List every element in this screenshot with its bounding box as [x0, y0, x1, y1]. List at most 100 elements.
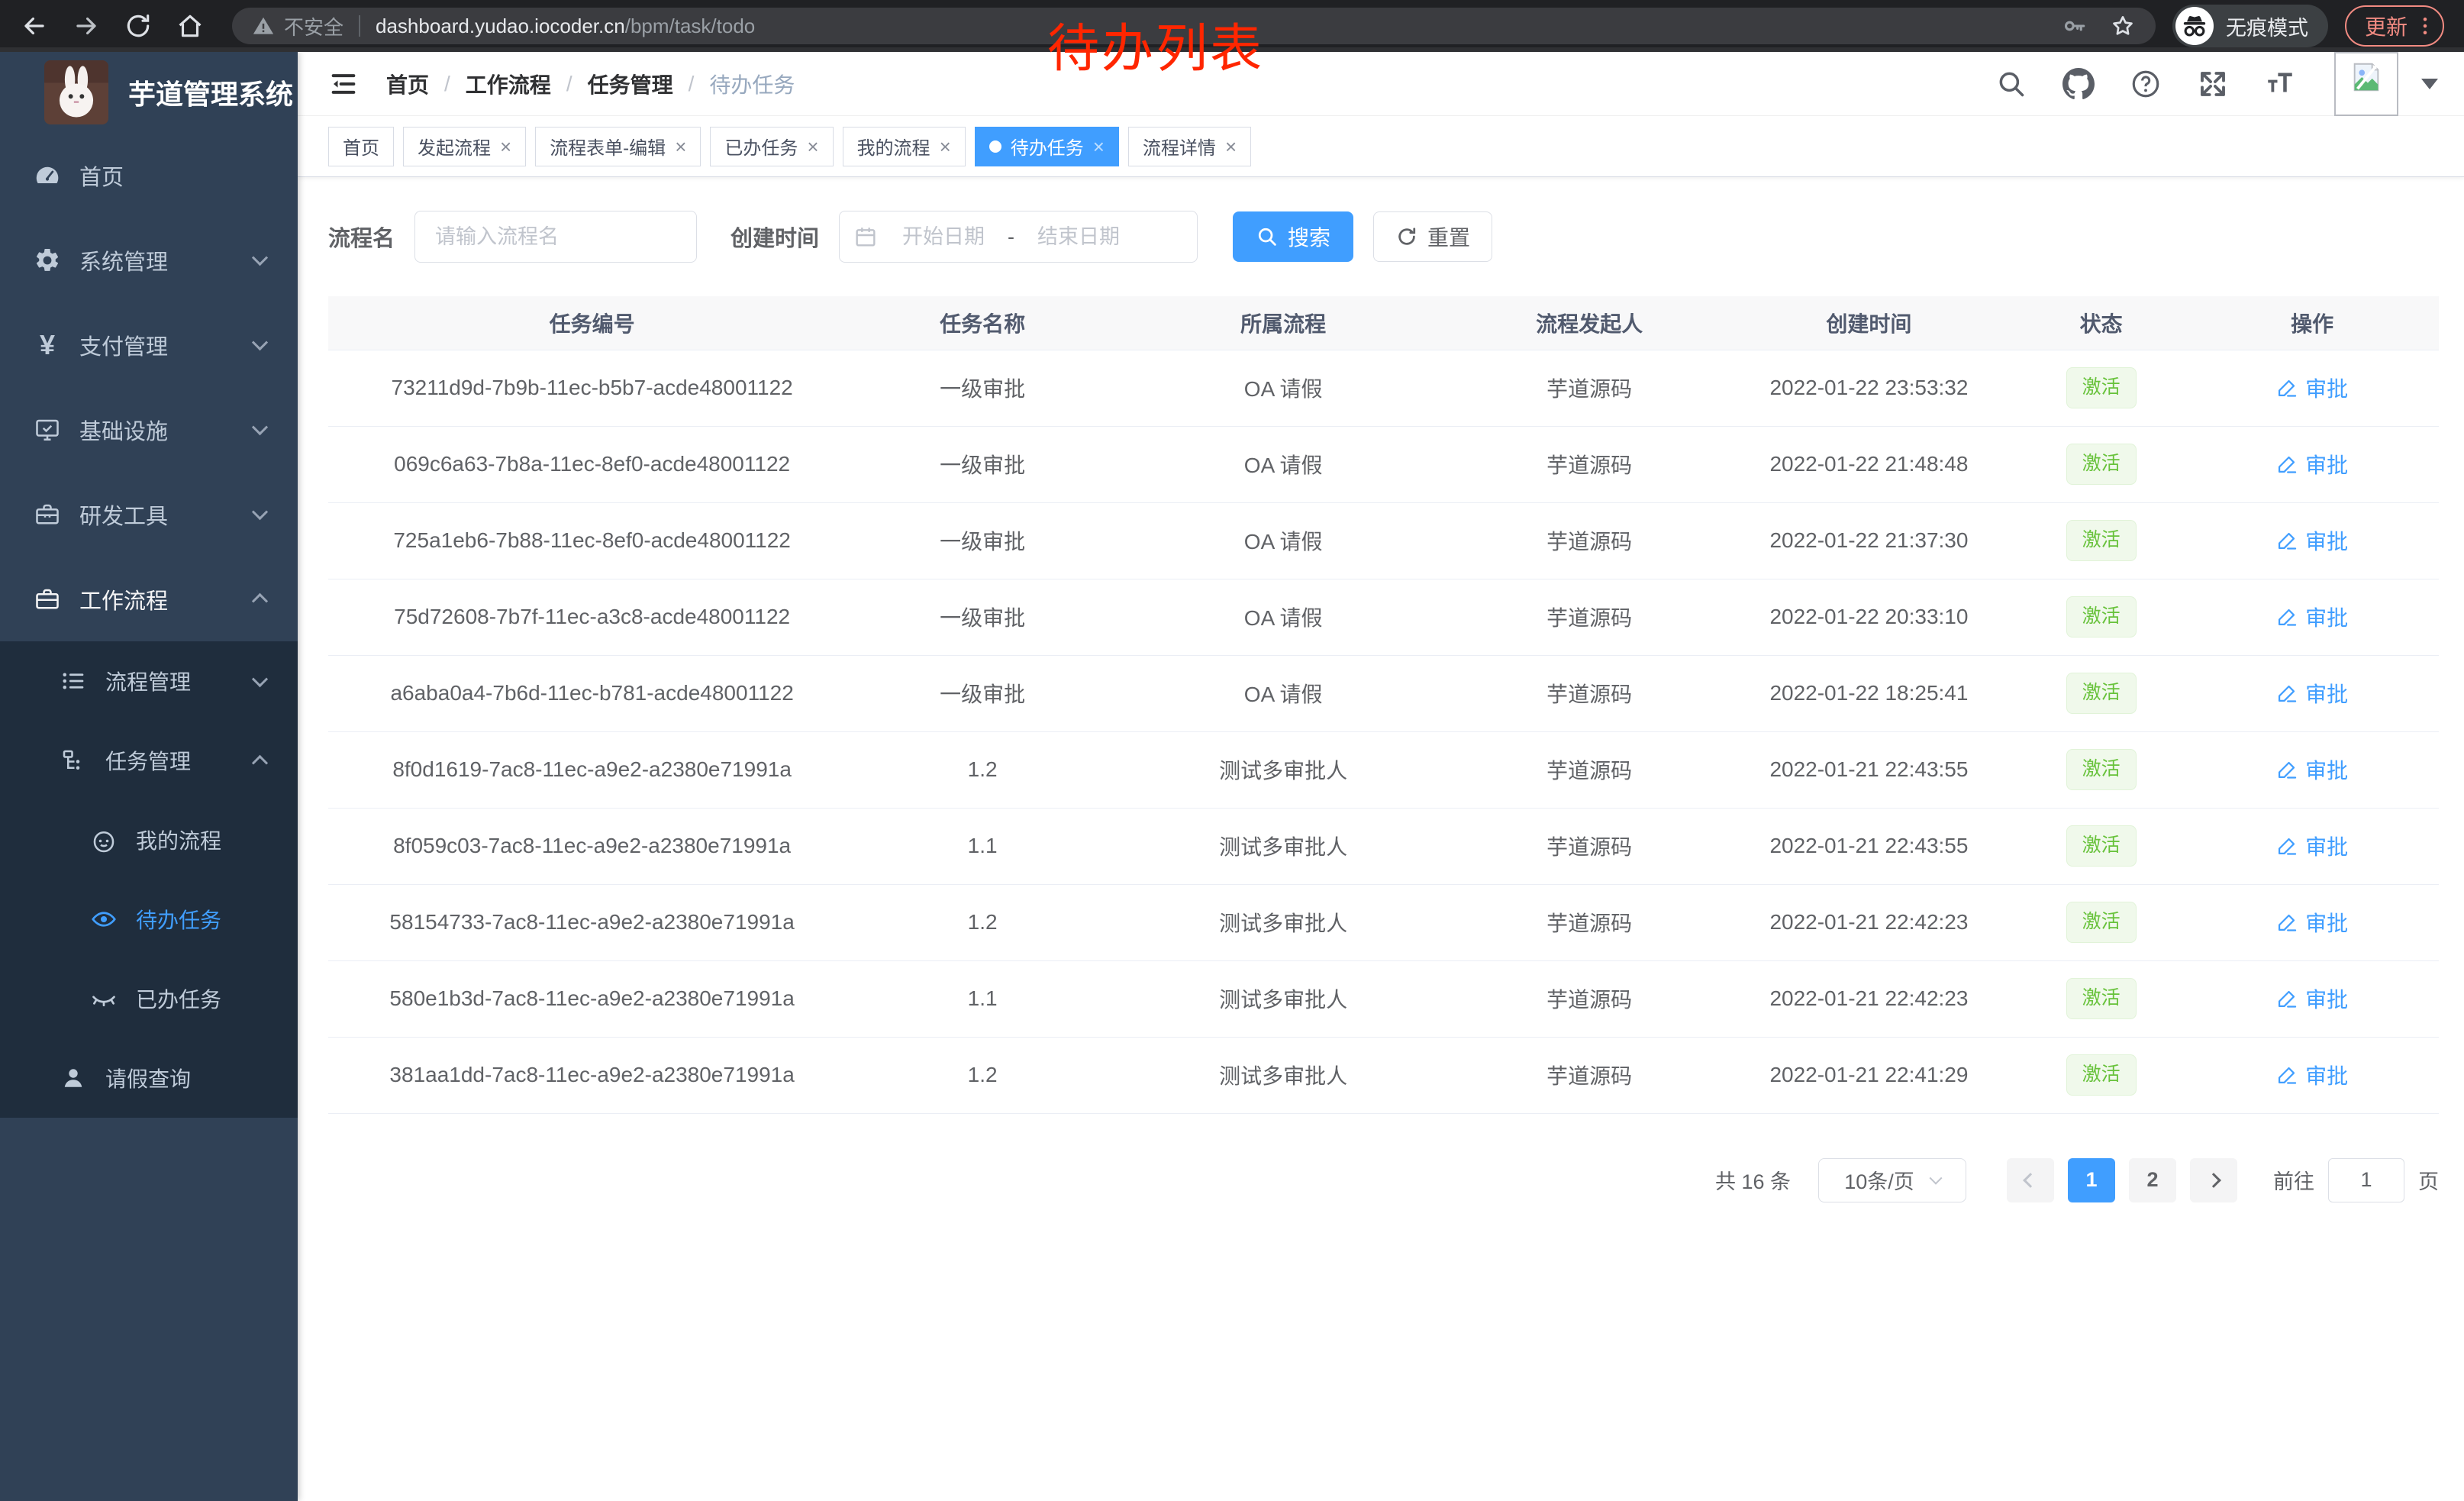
- edit-pencil-icon: [2276, 530, 2298, 551]
- reset-button[interactable]: 重置: [1373, 211, 1492, 262]
- approve-label: 审批: [2305, 983, 2348, 1014]
- bookmark-star-icon[interactable]: [2110, 13, 2136, 39]
- date-range-picker[interactable]: -: [839, 211, 1198, 263]
- sidebar-item[interactable]: ¥支付管理: [0, 302, 298, 387]
- cell-status: 激活: [2017, 426, 2185, 502]
- chevron-down-icon: [252, 671, 268, 687]
- sidebar-item[interactable]: 基础设施: [0, 387, 298, 472]
- back-icon[interactable]: [20, 11, 49, 40]
- page-button[interactable]: 1: [2068, 1158, 2115, 1202]
- close-icon[interactable]: ×: [940, 137, 951, 157]
- tab-item[interactable]: 已办任务 ×: [710, 127, 833, 166]
- breadcrumb-item[interactable]: 首页: [386, 69, 429, 99]
- tab-label: 已办任务: [724, 133, 798, 160]
- github-icon[interactable]: [2062, 68, 2095, 100]
- process-name-input[interactable]: [414, 211, 697, 263]
- help-icon[interactable]: [2130, 68, 2162, 100]
- sidebar-subitem[interactable]: 我的流程: [0, 800, 298, 880]
- face-icon: [90, 826, 118, 854]
- approve-link[interactable]: 审批: [2276, 754, 2348, 785]
- goto-suffix: 页: [2418, 1165, 2439, 1195]
- incognito-label: 无痕模式: [2226, 11, 2308, 41]
- start-date-input[interactable]: [882, 225, 1005, 249]
- sidebar-item[interactable]: 工作流程: [0, 557, 298, 641]
- close-icon[interactable]: ×: [807, 137, 818, 157]
- cell-action: 审批: [2185, 731, 2439, 808]
- cell-status: 激活: [2017, 808, 2185, 884]
- breadcrumb-separator: /: [566, 72, 572, 96]
- edit-pencil-icon: [2276, 377, 2298, 399]
- end-date-input[interactable]: [1018, 225, 1140, 249]
- approve-link[interactable]: 审批: [2276, 449, 2348, 479]
- page-size-select[interactable]: 10条/页: [1818, 1158, 1966, 1202]
- goto-label: 前往: [2273, 1165, 2314, 1195]
- sidebar-subitem-label: 任务管理: [105, 745, 254, 776]
- breadcrumb-item[interactable]: 工作流程: [466, 69, 551, 99]
- close-icon[interactable]: ×: [500, 137, 511, 157]
- approve-link[interactable]: 审批: [2276, 373, 2348, 403]
- tab-item[interactable]: 首页: [328, 127, 394, 166]
- sidebar-subitem-label: 我的流程: [136, 825, 266, 855]
- app-logo-row[interactable]: 芋道管理系统: [0, 52, 298, 133]
- sidebar-item[interactable]: 系统管理: [0, 218, 298, 302]
- cell-status: 激活: [2017, 350, 2185, 426]
- fullscreen-icon[interactable]: [2197, 68, 2229, 100]
- forward-icon[interactable]: [72, 11, 101, 40]
- approve-link[interactable]: 审批: [2276, 602, 2348, 632]
- cell-id: 381aa1dd-7ac8-11ec-a9e2-a2380e71991a: [328, 1037, 856, 1113]
- cell-process: 测试多审批人: [1109, 731, 1457, 808]
- tab-item[interactable]: 我的流程×: [843, 127, 966, 166]
- search-icon[interactable]: [1995, 68, 2027, 100]
- sidebar-fold-icon[interactable]: [328, 69, 359, 99]
- approve-link[interactable]: 审批: [2276, 983, 2348, 1014]
- approve-link[interactable]: 审批: [2276, 1060, 2348, 1090]
- breadcrumb-item[interactable]: 任务管理: [588, 69, 673, 99]
- sidebar-subitem[interactable]: 流程管理: [0, 641, 298, 721]
- approve-label: 审批: [2305, 525, 2348, 556]
- chevron-down-icon: [252, 250, 268, 266]
- reset-button-label: 重置: [1427, 221, 1470, 252]
- cell-process: OA 请假: [1109, 502, 1457, 579]
- tab-item[interactable]: 待办任务×: [975, 127, 1119, 166]
- approve-link[interactable]: 审批: [2276, 525, 2348, 556]
- sidebar-subitem[interactable]: 任务管理: [0, 721, 298, 800]
- sidebar-item[interactable]: 首页: [0, 133, 298, 218]
- sidebar-subitem[interactable]: 待办任务: [0, 880, 298, 959]
- home-icon[interactable]: [176, 11, 205, 40]
- close-icon[interactable]: ×: [675, 137, 686, 157]
- cell-starter: 芋道源码: [1457, 426, 1721, 502]
- next-page-button[interactable]: [2190, 1158, 2237, 1202]
- prev-page-button[interactable]: [2007, 1158, 2054, 1202]
- close-icon[interactable]: ×: [1225, 137, 1237, 157]
- approve-link[interactable]: 审批: [2276, 678, 2348, 709]
- goto-page-input[interactable]: [2328, 1158, 2404, 1202]
- approve-link[interactable]: 审批: [2276, 831, 2348, 861]
- search-button[interactable]: 搜索: [1233, 211, 1353, 262]
- status-badge: 激活: [2066, 673, 2137, 714]
- avatar[interactable]: [2334, 52, 2398, 116]
- close-icon[interactable]: ×: [1093, 137, 1105, 157]
- cell-process: 测试多审批人: [1109, 1037, 1457, 1113]
- approve-link[interactable]: 审批: [2276, 907, 2348, 938]
- tab-item[interactable]: 流程详情×: [1128, 127, 1251, 166]
- cell-action: 审批: [2185, 579, 2439, 655]
- column-header: 任务编号: [328, 296, 856, 350]
- menu-dots-icon[interactable]: [2414, 15, 2437, 37]
- sidebar-subitem[interactable]: 请假查询: [0, 1038, 298, 1118]
- sidebar-item[interactable]: 研发工具: [0, 472, 298, 557]
- update-button[interactable]: 更新: [2345, 5, 2444, 47]
- tab-item[interactable]: 流程表单-编辑×: [535, 127, 701, 166]
- update-label: 更新: [2365, 11, 2408, 41]
- incognito-badge: 无痕模式: [2172, 5, 2328, 47]
- page-button[interactable]: 2: [2129, 1158, 2176, 1202]
- sidebar-subitem[interactable]: 已办任务: [0, 959, 298, 1038]
- key-icon[interactable]: [2061, 13, 2087, 39]
- table-row: 381aa1dd-7ac8-11ec-a9e2-a2380e71991a1.2测…: [328, 1037, 2439, 1113]
- cell-starter: 芋道源码: [1457, 960, 1721, 1037]
- font-size-icon[interactable]: [2264, 68, 2296, 100]
- reload-icon[interactable]: [124, 11, 153, 40]
- tab-item[interactable]: 发起流程×: [403, 127, 526, 166]
- url-bar[interactable]: 不安全 dashboard.yudao.iocoder.cn /bpm/task…: [232, 8, 2156, 44]
- cell-time: 2022-01-22 20:33:10: [1721, 579, 2017, 655]
- avatar-caret-icon[interactable]: [2421, 79, 2438, 89]
